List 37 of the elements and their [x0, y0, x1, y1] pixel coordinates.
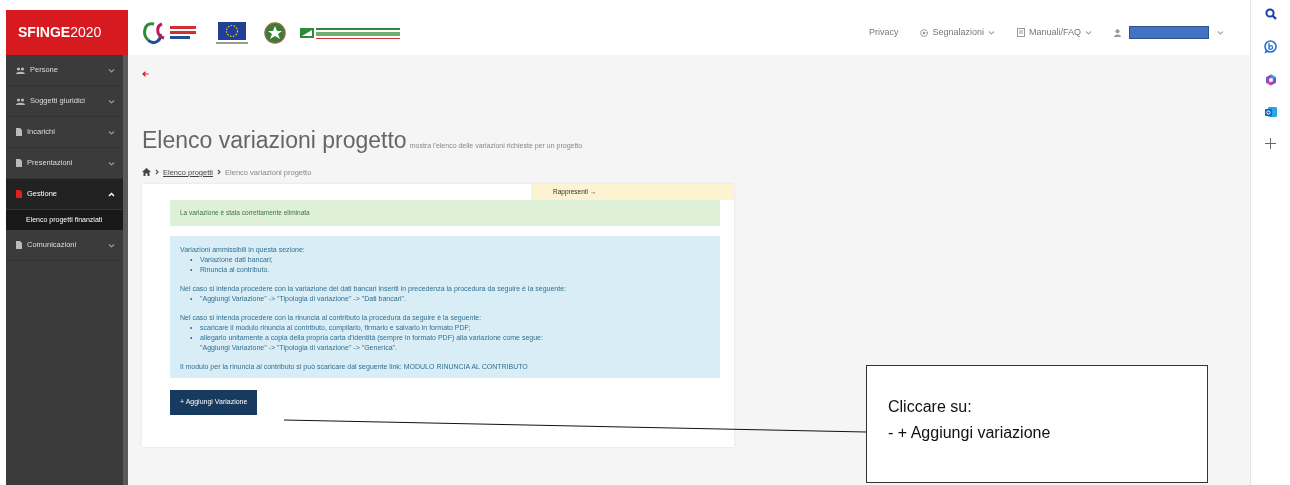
document-icon — [16, 190, 22, 198]
chevron-right-icon — [217, 169, 222, 176]
chevron-down-icon — [108, 242, 115, 248]
page-title: Elenco variazioni progetto — [142, 127, 407, 153]
hexagon-icon[interactable] — [1264, 74, 1277, 86]
chevron-down-icon — [108, 98, 115, 104]
plus-icon[interactable] — [1265, 138, 1276, 149]
search-icon[interactable] — [1264, 8, 1277, 20]
book-icon — [1016, 28, 1025, 37]
manuals-menu[interactable]: Manuali/FAQ — [1016, 25, 1092, 40]
chevron-down-icon — [1085, 30, 1092, 35]
users-icon — [16, 97, 25, 105]
callout-text: Cliccare su: — [888, 397, 973, 417]
chevron-down-icon — [108, 129, 115, 135]
chevron-down-icon — [108, 160, 115, 166]
users-icon — [16, 66, 25, 74]
chevron-right-icon — [155, 169, 159, 176]
chevron-up-icon — [108, 191, 115, 197]
document-icon — [16, 128, 22, 136]
brand-logo: SFINGE2020 — [6, 10, 128, 55]
user-menu[interactable] — [1114, 26, 1224, 39]
emblem-logo — [264, 19, 286, 46]
mail-app-icon[interactable] — [1264, 106, 1277, 118]
user-icon — [1114, 28, 1121, 37]
chevron-down-icon — [1217, 30, 1224, 35]
reports-menu[interactable]: Segnalazioni — [920, 25, 995, 40]
gear-icon — [920, 28, 929, 37]
home-icon[interactable] — [142, 168, 151, 177]
back-arrow-icon[interactable] — [142, 70, 149, 77]
privacy-link[interactable]: Privacy — [868, 25, 899, 40]
chat-bubble-icon[interactable] — [1264, 40, 1277, 54]
chevron-down-icon — [108, 67, 115, 73]
eu-flag-logo — [214, 19, 250, 46]
callout-text: - + Aggiungi variazione — [888, 423, 1052, 443]
chevron-down-icon — [987, 30, 995, 35]
document-icon — [16, 159, 22, 167]
document-icon — [16, 241, 22, 249]
